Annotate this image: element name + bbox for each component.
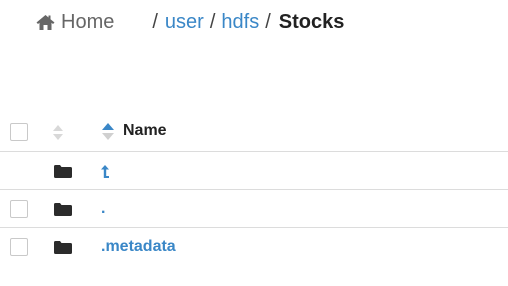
table-header: Name xyxy=(0,113,508,152)
breadcrumb-link-user[interactable]: user xyxy=(165,11,204,34)
table-row[interactable]: . xyxy=(0,190,508,228)
folder-icon xyxy=(54,241,72,254)
breadcrumb-link-hdfs[interactable]: hdfs xyxy=(221,11,259,34)
select-all-checkbox[interactable] xyxy=(10,123,28,141)
breadcrumb: Home / user / hdfs / Stocks xyxy=(36,8,344,36)
sort-ascending-icon[interactable] xyxy=(101,122,115,141)
breadcrumb-current: Stocks xyxy=(278,10,345,33)
breadcrumb-separator: / xyxy=(152,10,158,33)
level-up-icon[interactable] xyxy=(101,165,109,178)
home-icon xyxy=(36,14,55,30)
folder-icon xyxy=(54,203,72,216)
sort-icon[interactable] xyxy=(52,124,64,141)
folder-icon xyxy=(54,165,72,178)
breadcrumb-separator: / xyxy=(265,10,271,33)
breadcrumb-home-label: Home xyxy=(61,10,115,33)
file-browser: Home / user / hdfs / Stocks Name . .meta… xyxy=(0,0,508,286)
file-table: Name . .metadata xyxy=(0,113,508,266)
breadcrumb-separator: / xyxy=(209,10,216,33)
column-header-name[interactable]: Name xyxy=(123,122,167,140)
table-row[interactable]: .metadata xyxy=(0,228,508,266)
row-checkbox[interactable] xyxy=(10,238,28,256)
breadcrumb-home-link[interactable]: Home xyxy=(36,11,114,34)
table-row-parent[interactable] xyxy=(0,152,508,190)
folder-link-current-dir[interactable]: . xyxy=(101,200,105,218)
row-checkbox[interactable] xyxy=(10,200,28,218)
folder-link-metadata[interactable]: .metadata xyxy=(101,238,176,256)
